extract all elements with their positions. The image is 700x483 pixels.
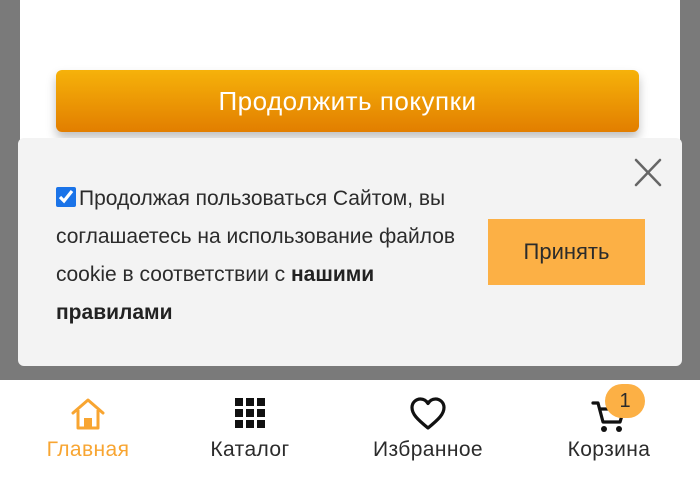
cookie-consent-text: Продолжая пользоваться Сайтом, вы соглаш…: [56, 180, 476, 332]
home-icon: [70, 397, 106, 436]
accept-button[interactable]: Принять: [488, 219, 645, 285]
nav-label-catalog: Каталог: [210, 438, 290, 461]
cookie-text-body: Продолжая пользоваться Сайтом, вы соглаш…: [56, 187, 456, 286]
heart-icon: [409, 397, 447, 436]
nav-item-favorites[interactable]: Избранное: [348, 380, 508, 483]
continue-shopping-button[interactable]: Продолжить покупки: [56, 70, 639, 132]
cart-count-badge: 1: [605, 384, 645, 418]
cookie-consent-checkbox[interactable]: [56, 187, 76, 207]
nav-label-cart: Корзина: [567, 438, 651, 461]
nav-label-home: Главная: [46, 438, 130, 461]
grid-icon: [234, 397, 266, 434]
bottom-nav: Главная Каталог Избранное Корзина: [0, 380, 700, 483]
close-icon[interactable]: [630, 157, 666, 189]
nav-item-catalog[interactable]: Каталог: [170, 380, 330, 483]
nav-label-favorites: Избранное: [372, 438, 484, 461]
nav-item-home[interactable]: Главная: [8, 380, 168, 483]
